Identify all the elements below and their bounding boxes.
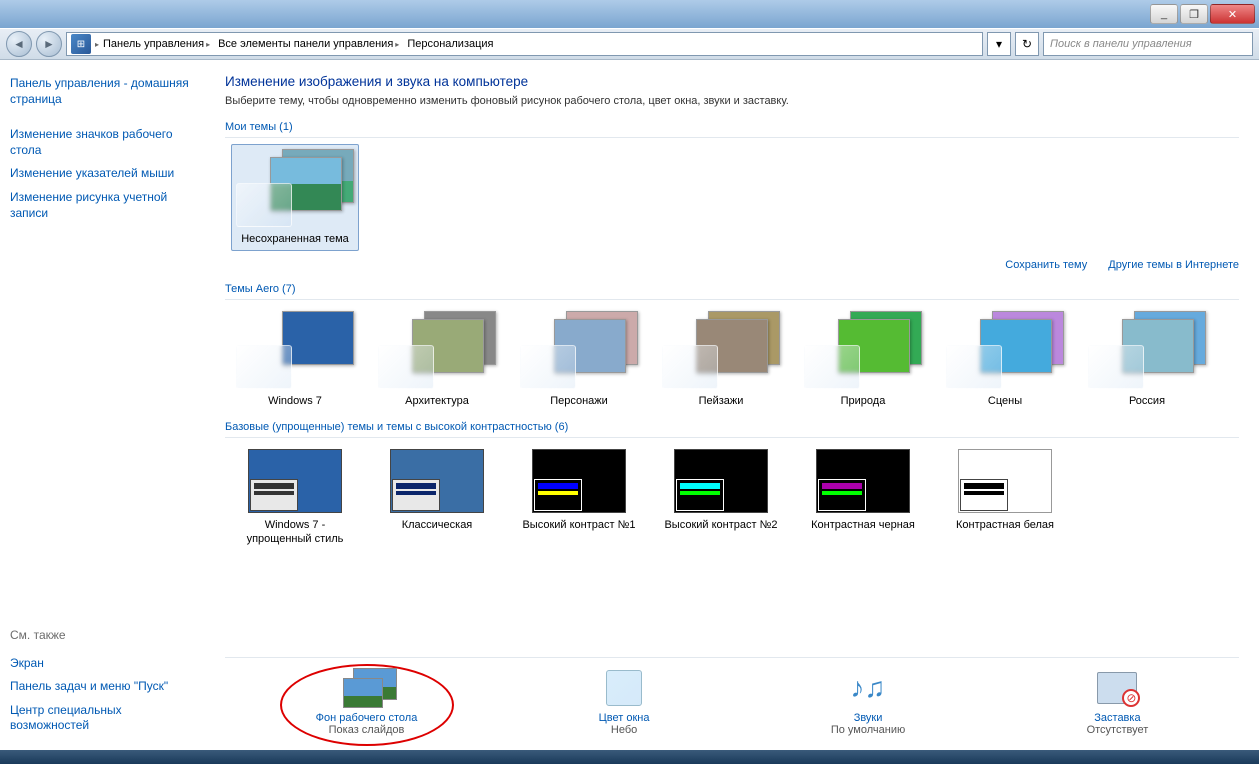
theme-unsaved[interactable]: Несохраненная тема <box>231 144 359 251</box>
color-icon <box>600 668 648 708</box>
basic-themes-label: Базовые (упрощенные) темы и темы с высок… <box>225 417 1239 438</box>
theme-windows7[interactable]: Windows 7 <box>231 306 359 413</box>
sounds-icon: ♪♫ <box>844 668 892 708</box>
sidebar-display[interactable]: Экран <box>10 656 195 672</box>
forward-button[interactable]: ► <box>36 31 62 57</box>
theme-nature[interactable]: Природа <box>799 306 927 413</box>
background-icon <box>337 668 397 708</box>
sidebar-desktop-icons[interactable]: Изменение значков рабочего стола <box>10 127 195 158</box>
content-area: Изменение изображения и звука на компьют… <box>205 60 1259 750</box>
minimize-button[interactable]: _ <box>1150 4 1178 24</box>
theme-architecture[interactable]: Архитектура <box>373 306 501 413</box>
theme-hc2[interactable]: Высокий контраст №2 <box>657 444 785 550</box>
address-bar[interactable]: ⊞ ▸ Панель управления ▸ Все элементы пан… <box>66 32 983 56</box>
sidebar-mouse-pointers[interactable]: Изменение указателей мыши <box>10 166 195 182</box>
save-theme-link[interactable]: Сохранить тему <box>1005 259 1087 271</box>
crumb-control-panel[interactable]: Панель управления ▸ <box>99 38 214 50</box>
setting-screensaver[interactable]: ⊘ Заставка Отсутствует <box>1087 668 1149 736</box>
crumb-personalization[interactable]: Персонализация <box>403 38 497 50</box>
theme-landscapes[interactable]: Пейзажи <box>657 306 785 413</box>
theme-win7-basic[interactable]: Windows 7 - упрощенный стиль <box>231 444 359 550</box>
screensaver-icon: ⊘ <box>1093 668 1141 708</box>
sidebar-home[interactable]: Панель управления - домашняя страница <box>10 76 189 106</box>
theme-label: Несохраненная тема <box>236 233 354 246</box>
sidebar-taskbar[interactable]: Панель задач и меню "Пуск" <box>10 679 195 695</box>
theme-hc-white[interactable]: Контрастная белая <box>941 444 1069 550</box>
see-also-header: См. также <box>10 628 195 642</box>
taskbar-edge <box>0 750 1259 764</box>
search-input[interactable]: Поиск в панели управления <box>1043 32 1253 56</box>
my-themes-label: Мои темы (1) <box>225 117 1239 138</box>
theme-characters[interactable]: Персонажи <box>515 306 643 413</box>
close-button[interactable]: ✕ <box>1210 4 1255 24</box>
setting-window-color[interactable]: Цвет окна Небо <box>599 668 650 736</box>
theme-russia[interactable]: Россия <box>1083 306 1211 413</box>
aero-themes-label: Темы Aero (7) <box>225 279 1239 300</box>
theme-hc1[interactable]: Высокий контраст №1 <box>515 444 643 550</box>
page-subtext: Выберите тему, чтобы одновременно измени… <box>225 95 1239 107</box>
crumb-all-items[interactable]: Все элементы панели управления ▸ <box>214 38 403 50</box>
control-panel-icon: ⊞ <box>71 34 91 54</box>
sidebar-account-picture[interactable]: Изменение рисунка учетной записи <box>10 190 195 221</box>
sidebar-ease-of-access[interactable]: Центр специальных возможностей <box>10 703 195 734</box>
page-heading: Изменение изображения и звука на компьют… <box>225 74 1239 89</box>
more-themes-link[interactable]: Другие темы в Интернете <box>1108 259 1239 271</box>
sidebar: Панель управления - домашняя страница Из… <box>0 60 205 750</box>
dropdown-button[interactable]: ▾ <box>987 32 1011 56</box>
settings-bar: Фон рабочего стола Показ слайдов Цвет ок… <box>225 657 1239 740</box>
setting-desktop-background[interactable]: Фон рабочего стола Показ слайдов <box>316 668 418 736</box>
theme-hc-black[interactable]: Контрастная черная <box>799 444 927 550</box>
titlebar: _ ❐ ✕ <box>0 0 1259 28</box>
back-button[interactable]: ◄ <box>6 31 32 57</box>
refresh-button[interactable]: ↻ <box>1015 32 1039 56</box>
setting-sounds[interactable]: ♪♫ Звуки По умолчанию <box>831 668 905 736</box>
theme-scenes[interactable]: Сцены <box>941 306 1069 413</box>
theme-classic[interactable]: Классическая <box>373 444 501 550</box>
navbar: ◄ ► ⊞ ▸ Панель управления ▸ Все элементы… <box>0 28 1259 60</box>
maximize-button[interactable]: ❐ <box>1180 4 1208 24</box>
